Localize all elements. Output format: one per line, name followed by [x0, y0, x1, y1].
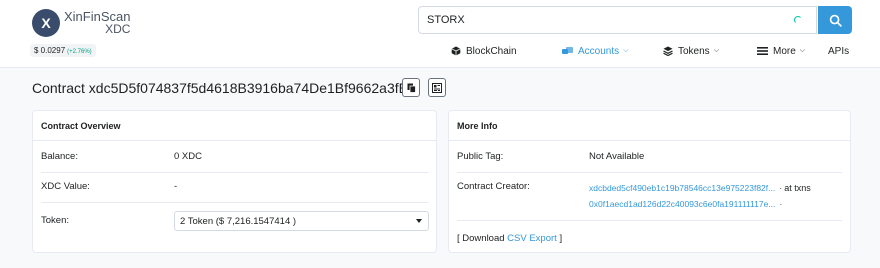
divider [41, 202, 428, 203]
divider [457, 220, 842, 221]
csv-export-link[interactable]: CSV Export [507, 233, 557, 244]
accounts-icon [562, 47, 573, 54]
divider [457, 172, 842, 173]
token-label: Token: [41, 215, 69, 226]
nav-more[interactable]: More ⌵ [757, 44, 805, 58]
cube-icon [451, 46, 461, 56]
nav-blockchain-label: BlockChain [466, 45, 517, 57]
loading-spinner-icon [794, 16, 802, 24]
nav-apis[interactable]: APIs [828, 44, 849, 58]
nav-blockchain[interactable]: BlockChain [451, 44, 517, 58]
caret-down-icon [416, 219, 422, 223]
nav-tokens-label: Tokens [678, 45, 710, 57]
tooltip-icon: ‧ [779, 202, 782, 209]
card-header: Contract Overview [33, 111, 436, 141]
qr-code-icon [432, 82, 442, 93]
card-header: More Info [449, 111, 850, 141]
csv-download: [ Download CSV Export ] [457, 233, 562, 244]
search-icon [829, 14, 842, 27]
xdc-value-row: XDC Value: - [41, 181, 428, 192]
xdc-price: $ 0.0297 [34, 46, 66, 55]
token-row: Token: 2 Token ($ 7,216.1547414 ) [41, 211, 429, 231]
chevron-down-icon: ⌵ [713, 47, 719, 54]
xdc-value-label: XDC Value: [41, 181, 90, 192]
creator-address-link[interactable]: xdcbded5cf490eb1c19b78546cc13e975223f82f… [589, 183, 775, 193]
nav-tokens[interactable]: Tokens ⌵ [663, 44, 719, 58]
tooltip-icon: ‧ [779, 186, 782, 193]
search-value: STORX [427, 14, 465, 26]
download-prefix: [ Download [457, 233, 505, 244]
nav-more-label: More [773, 45, 796, 57]
token-dropdown-value: 2 Token ($ 7,216.1547414 ) [180, 215, 297, 227]
chevron-down-icon: ⌵ [799, 47, 806, 54]
creator-at-txns: at txns [784, 183, 811, 193]
chevron-down-icon: ⌵ [623, 47, 629, 54]
divider [41, 172, 428, 173]
nav-apis-label: APIs [828, 45, 850, 57]
token-dropdown[interactable]: 2 Token ($ 7,216.1547414 ) [174, 211, 429, 231]
balance-row: Balance: 0 XDC [41, 151, 428, 162]
public-tag-label: Public Tag: [457, 151, 504, 162]
top-navbar: X XinFinScan XDC $ 0.0297 (+2.76%) STORX … [0, 0, 880, 68]
copy-icon [407, 83, 416, 93]
public-tag-value: Not Available [589, 151, 645, 162]
more-info-card: More Info Public Tag: Not Available Cont… [448, 110, 851, 253]
creator-tx-link[interactable]: 0x0f1aecd1ad126d22c40093c6e0fa191111117e… [589, 199, 775, 209]
logo-sub: XDC [105, 22, 131, 36]
logo-icon: X [32, 9, 60, 37]
site-logo[interactable]: X XinFinScan XDC [32, 9, 130, 37]
copy-address-button[interactable] [402, 78, 420, 97]
creator-label: Contract Creator: [457, 181, 530, 192]
public-tag-row: Public Tag: Not Available [457, 151, 842, 162]
search-input[interactable]: STORX [418, 6, 817, 34]
download-suffix: ] [559, 233, 563, 244]
search-button[interactable] [818, 6, 852, 34]
nav-accounts[interactable]: Accounts ⌵ [562, 44, 628, 58]
creator-row: Contract Creator: xdcbded5cf490eb1c19b78… [457, 181, 842, 209]
qr-code-button[interactable] [428, 78, 446, 97]
page-title: Contract xdc5D5f074837f5d4618B3916ba74De… [32, 80, 416, 96]
xdc-value: - [174, 181, 178, 192]
nav-accounts-label: Accounts [578, 45, 620, 57]
layers-icon [663, 46, 673, 56]
balance-value: 0 XDC [174, 151, 202, 162]
balance-label: Balance: [41, 151, 78, 162]
xdc-price-badge: $ 0.0297 (+2.76%) [30, 44, 96, 57]
contract-overview-card: Contract Overview Balance: 0 XDC XDC Val… [32, 110, 437, 253]
menu-icon [757, 47, 768, 55]
xdc-price-change: (+2.76%) [67, 49, 92, 55]
